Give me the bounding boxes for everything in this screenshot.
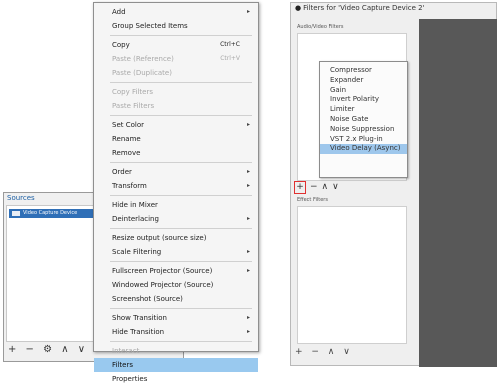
submenu-arrow-icon: ▸ [246, 328, 250, 335]
add-menu-item-invert-polarity[interactable]: Invert Polarity [320, 95, 407, 105]
menu-item-paste-filters: Paste Filters [94, 99, 258, 113]
menu-item-filters[interactable]: Filters [94, 358, 258, 372]
menu-item-label: Hide in Mixer [112, 201, 158, 209]
menu-item-label: Paste (Reference) [112, 55, 174, 63]
effect-filters-list[interactable] [297, 206, 407, 344]
menu-separator [110, 341, 252, 342]
menu-item-paste-duplicate: Paste (Duplicate) [94, 66, 258, 80]
menu-shortcut: Ctrl+V [220, 55, 240, 62]
menu-item-deinterlacing[interactable]: Deinterlacing ▸ [94, 212, 258, 226]
menu-item-label: Properties [112, 375, 148, 383]
menu-separator [110, 228, 252, 229]
menu-separator [110, 162, 252, 163]
move-up-button[interactable]: ∧ [322, 182, 329, 192]
remove-filter-button[interactable]: − [310, 182, 318, 192]
add-menu-item-gain[interactable]: Gain [320, 86, 407, 96]
menu-item-label: Group Selected Items [112, 22, 188, 30]
submenu-arrow-icon: ▸ [246, 314, 250, 321]
submenu-arrow-icon: ▸ [246, 215, 250, 222]
menu-item-label: Show Transition [112, 314, 167, 322]
obs-logo-icon: ● [295, 4, 302, 12]
menu-item-label: Order [112, 168, 132, 176]
menu-item-copy-filters: Copy Filters [94, 85, 258, 99]
add-filter-menu: Compressor Expander Gain Invert Polarity Lim… [319, 61, 408, 178]
menu-separator [110, 195, 252, 196]
menu-item-label: Rename [112, 135, 141, 143]
menu-item-label: Screenshot (Source) [112, 295, 183, 303]
menu-item-label: Resize output (source size) [112, 234, 207, 242]
menu-item-label: Remove [112, 149, 141, 157]
preview-area [419, 19, 497, 367]
menu-item-properties[interactable]: Properties [94, 372, 258, 386]
menu-item-order[interactable]: Order ▸ [94, 165, 258, 179]
window-title: ● Filters for 'Video Capture Device 2' [295, 4, 425, 12]
video-camera-icon [12, 211, 20, 216]
submenu-arrow-icon: ▸ [246, 182, 250, 189]
submenu-arrow-icon: ▸ [246, 121, 250, 128]
menu-item-set-color[interactable]: Set Color ▸ [94, 118, 258, 132]
submenu-arrow-icon: ▸ [246, 168, 250, 175]
add-menu-item-noise-suppression[interactable]: Noise Suppression [320, 125, 407, 135]
menu-item-hide-in-mixer[interactable]: Hide in Mixer [94, 198, 258, 212]
menu-item-remove[interactable]: Remove [94, 146, 258, 160]
audio-video-filters-toolbar: + − ∧ ∨ [294, 181, 339, 194]
menu-item-transform[interactable]: Transform ▸ [94, 179, 258, 193]
submenu-arrow-icon: ▸ [246, 8, 250, 15]
sources-toolbar[interactable]: + − ⚙ ∧ ∨ [8, 344, 88, 355]
submenu-arrow-icon: ▸ [246, 267, 250, 274]
menu-shortcut: Ctrl+C [220, 41, 240, 48]
menu-separator [110, 261, 252, 262]
menu-item-label: Deinterlacing [112, 215, 159, 223]
menu-separator [110, 115, 252, 116]
menu-item-label: Paste (Duplicate) [112, 69, 172, 77]
menu-item-screenshot-source[interactable]: Screenshot (Source) [94, 292, 258, 306]
menu-item-label: Paste Filters [112, 102, 155, 110]
add-menu-item-noise-gate[interactable]: Noise Gate [320, 115, 407, 125]
menu-item-show-transition[interactable]: Show Transition ▸ [94, 311, 258, 325]
submenu-arrow-icon: ▸ [246, 248, 250, 255]
sources-title: Sources [7, 194, 35, 202]
menu-separator [110, 308, 252, 309]
effect-filters-toolbar[interactable]: + − ∧ ∨ [295, 347, 353, 357]
add-filter-button[interactable]: + [294, 181, 306, 194]
audio-video-filters-label: Audio/Video Filters [297, 24, 344, 30]
menu-separator [110, 35, 252, 36]
add-menu-item-limiter[interactable]: Limiter [320, 105, 407, 115]
menu-item-paste-reference: Paste (Reference) Ctrl+V [94, 52, 258, 66]
menu-item-windowed-projector-source[interactable]: Windowed Projector (Source) [94, 278, 258, 292]
menu-item-fullscreen-projector-source[interactable]: Fullscreen Projector (Source) ▸ [94, 264, 258, 278]
menu-separator [110, 82, 252, 83]
add-menu-item-expander[interactable]: Expander [320, 76, 407, 86]
menu-item-label: Windowed Projector (Source) [112, 281, 214, 289]
add-menu-item-video-delay-async[interactable]: Video Delay (Async) [320, 144, 407, 155]
menu-item-copy[interactable]: Copy Ctrl+C [94, 38, 258, 52]
filters-window: ● Filters for 'Video Capture Device 2' Au… [290, 2, 497, 367]
menu-item-add[interactable]: Add ▸ [94, 5, 258, 19]
menu-item-label: Add [112, 8, 126, 16]
effect-filters-label: Effect Filters [297, 197, 328, 203]
menu-item-label: Set Color [112, 121, 144, 129]
menu-item-rename[interactable]: Rename [94, 132, 258, 146]
source-item-label: Video Capture Device [23, 210, 78, 216]
menu-item-scale-filtering[interactable]: Scale Filtering ▸ [94, 245, 258, 259]
menu-item-label: Hide Transition [112, 328, 165, 336]
menu-item-interact: Interact [94, 344, 258, 358]
menu-item-group-selected-items[interactable]: Group Selected Items [94, 19, 258, 33]
move-down-button[interactable]: ∨ [332, 182, 339, 192]
menu-item-label: Scale Filtering [112, 248, 162, 256]
menu-item-label: Transform [112, 182, 147, 190]
menu-item-label: Interact [112, 347, 140, 355]
menu-item-label: Filters [112, 361, 133, 369]
menu-item-label: Fullscreen Projector (Source) [112, 267, 213, 275]
add-menu-item-compressor[interactable]: Compressor [320, 66, 407, 76]
menu-item-hide-transition[interactable]: Hide Transition ▸ [94, 325, 258, 339]
menu-item-label: Copy [112, 41, 130, 49]
menu-item-resize-output-source-size[interactable]: Resize output (source size) [94, 231, 258, 245]
add-menu-item-vst-2-x-plug-in[interactable]: VST 2.x Plug-in [320, 135, 407, 145]
menu-item-label: Copy Filters [112, 88, 153, 96]
source-context-menu: Add ▸ Group Selected Items Copy Ctrl+C Paste … [93, 2, 259, 383]
